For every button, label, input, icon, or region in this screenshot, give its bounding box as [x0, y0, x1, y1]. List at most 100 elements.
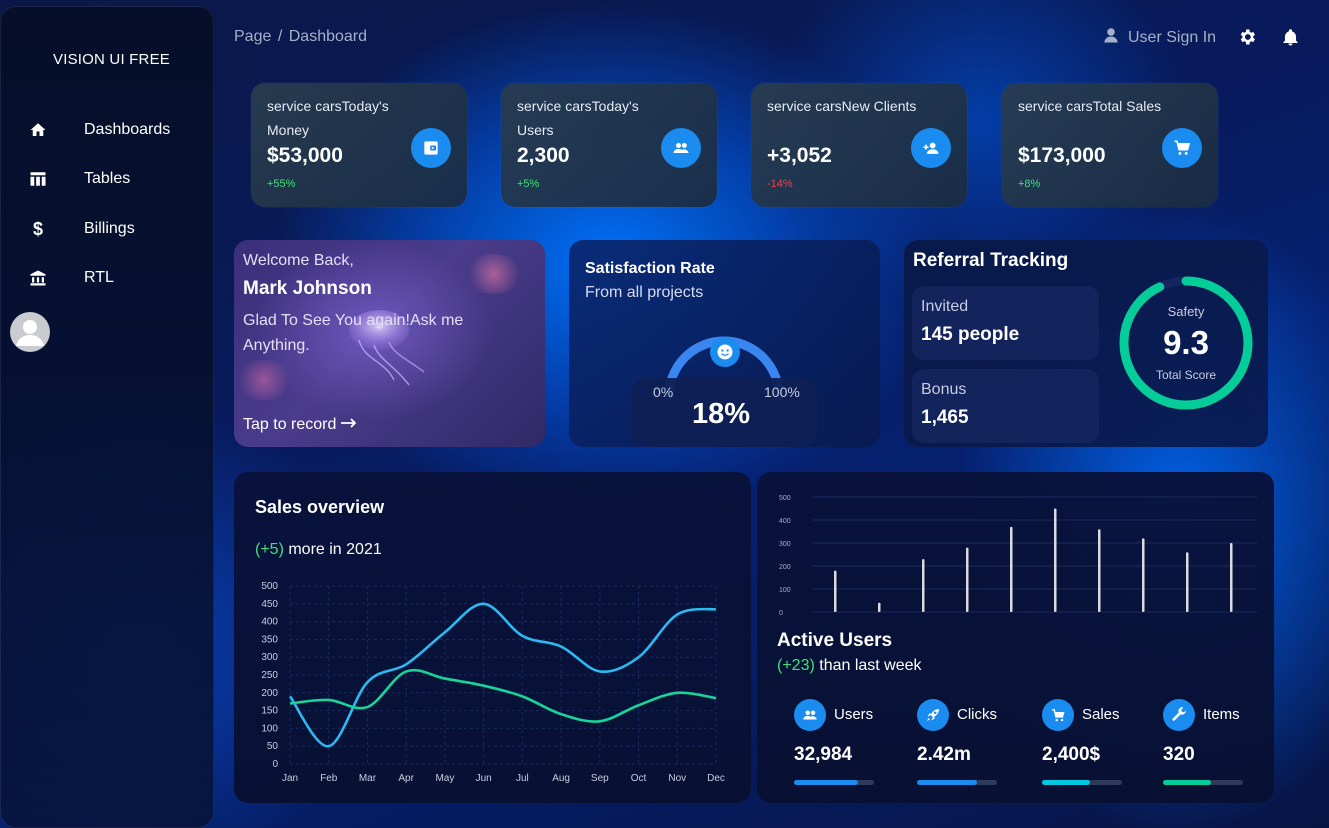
- user-sign-in-link[interactable]: User Sign In: [1102, 26, 1216, 49]
- bokeh-light: [234, 360, 294, 400]
- gauge-min-label: 0%: [653, 384, 674, 400]
- welcome-greeting: Welcome Back,: [243, 252, 354, 269]
- gear-icon[interactable]: [1236, 26, 1258, 48]
- y-tick-label: 200: [779, 564, 791, 571]
- stat-change: +55%: [267, 178, 296, 190]
- x-tick-label: Nov: [668, 773, 686, 784]
- bar: [1142, 538, 1145, 612]
- active-users-title: Active Users: [777, 630, 893, 651]
- bar: [878, 602, 881, 612]
- stat-title: service carsNew Clients: [767, 98, 917, 114]
- stat-value: $53,000: [267, 144, 343, 167]
- bank-icon: [27, 267, 49, 289]
- bokeh-light: [464, 254, 524, 294]
- invited-label: Invited: [921, 298, 969, 315]
- satisfaction-subtitle: From all projects: [585, 284, 704, 301]
- x-tick-label: Oct: [631, 773, 647, 784]
- bar: [1098, 529, 1101, 612]
- sales-delta: (+5): [255, 541, 284, 558]
- metric-progress-fill: [1042, 780, 1090, 785]
- metric-label: Items: [1203, 706, 1240, 723]
- x-tick-label: Dec: [707, 773, 725, 784]
- bonus-value: 1,465: [921, 407, 969, 428]
- users-icon: [794, 699, 826, 731]
- sales-overview-card: Sales overview (+5) more in 2021 0 50 100 1…: [234, 472, 751, 803]
- metric-value: 32,984: [794, 744, 853, 765]
- cart-icon: [1042, 699, 1074, 731]
- welcome-card: Welcome Back, Mark Johnson Glad To See Y…: [234, 240, 545, 447]
- stat-value: $173,000: [1018, 144, 1106, 167]
- x-tick-label: Mar: [359, 773, 377, 784]
- stat-card-money: service carsToday's Money $53,000 +55%: [251, 83, 467, 207]
- rocket-icon: [917, 699, 949, 731]
- y-tick-label: 450: [261, 599, 278, 610]
- sidebar-item-tables[interactable]: Tables: [1, 164, 215, 194]
- metric-value: 2.42m: [917, 744, 971, 765]
- y-tick-label: 100: [261, 723, 278, 734]
- x-tick-label: Jun: [476, 773, 492, 784]
- referral-card: Referral Tracking Invited 145 people Bon…: [904, 240, 1268, 447]
- bar: [1186, 552, 1189, 612]
- y-tick-label: 300: [779, 541, 791, 548]
- x-tick-label: Aug: [552, 773, 570, 784]
- sidebar-item-billings[interactable]: $ Billings: [1, 214, 215, 244]
- metric-progress: [1163, 780, 1243, 785]
- metric-progress-fill: [1163, 780, 1211, 785]
- bell-icon[interactable]: [1279, 26, 1301, 48]
- active-users-subtitle: (+23) than last week: [777, 657, 922, 675]
- stat-card-users: service carsToday's Users 2,300 +5%: [501, 83, 717, 207]
- sidebar-item-dashboards[interactable]: Dashboards: [1, 115, 215, 145]
- metric-label: Clicks: [957, 706, 997, 723]
- sales-overview-subtitle: (+5) more in 2021: [255, 541, 382, 559]
- bar: [834, 570, 837, 612]
- x-tick-label: Apr: [398, 773, 414, 784]
- sidebar-item-label: Billings: [84, 220, 135, 237]
- stat-card-total-sales: service carsTotal Sales $173,000 +8%: [1002, 83, 1218, 207]
- satisfaction-card: Satisfaction Rate From all projects 0% 1…: [569, 240, 880, 447]
- bonus-label: Bonus: [921, 381, 967, 398]
- breadcrumb: Page / Dashboard: [234, 28, 367, 46]
- tap-to-record-label: Tap to record: [243, 416, 337, 433]
- wallet-icon: [411, 128, 451, 168]
- sidebar-item-label: Tables: [84, 170, 131, 187]
- satisfaction-title: Satisfaction Rate: [585, 260, 715, 277]
- total-score-label: Total Score: [1155, 368, 1217, 382]
- safety-score: 9.3: [1163, 324, 1209, 361]
- cart-icon: [1162, 128, 1202, 168]
- referral-title: Referral Tracking: [913, 250, 1069, 271]
- x-tick-label: Jan: [282, 773, 298, 784]
- metric-progress-fill: [794, 780, 858, 785]
- active-users-card: 0 100 200 300 400 500 Active Users (+23) than…: [757, 472, 1274, 803]
- stat-change: +5%: [517, 178, 540, 190]
- x-tick-label: Feb: [320, 773, 338, 784]
- y-tick-label: 400: [779, 518, 791, 525]
- breadcrumb-current: Dashboard: [288, 28, 368, 45]
- arrow-right-icon: [340, 416, 358, 434]
- bar: [922, 559, 925, 612]
- invited-value: 145 people: [921, 324, 1020, 345]
- y-tick-label: 100: [779, 587, 791, 594]
- sidebar-item-rtl[interactable]: RTL: [1, 263, 215, 293]
- active-users-bar-chart: 0 100 200 300 400 500: [779, 495, 1257, 617]
- home-icon: [27, 119, 49, 141]
- x-tick-label: Jul: [516, 773, 529, 784]
- stat-change: -14%: [767, 178, 793, 190]
- wrench-icon: [1163, 699, 1195, 731]
- y-tick-label: 50: [267, 741, 279, 752]
- table-icon: [27, 168, 49, 190]
- tap-to-record-link[interactable]: Tap to record: [243, 416, 358, 434]
- invited-tile: Invited 145 people: [912, 286, 1099, 360]
- avatar[interactable]: [10, 312, 50, 352]
- safety-label: Safety: [1167, 304, 1205, 319]
- y-tick-label: 350: [261, 634, 278, 645]
- welcome-name: Mark Johnson: [243, 278, 372, 299]
- metric-label: Sales: [1082, 706, 1120, 723]
- smile-icon: [710, 337, 740, 367]
- y-tick-label: 400: [261, 617, 278, 628]
- metric-progress: [917, 780, 997, 785]
- add-user-icon: [911, 128, 951, 168]
- stat-title: service carsToday's Users: [517, 98, 639, 138]
- breadcrumb-root[interactable]: Page: [234, 28, 271, 45]
- bar: [1054, 508, 1057, 612]
- y-tick-label: 250: [261, 670, 278, 681]
